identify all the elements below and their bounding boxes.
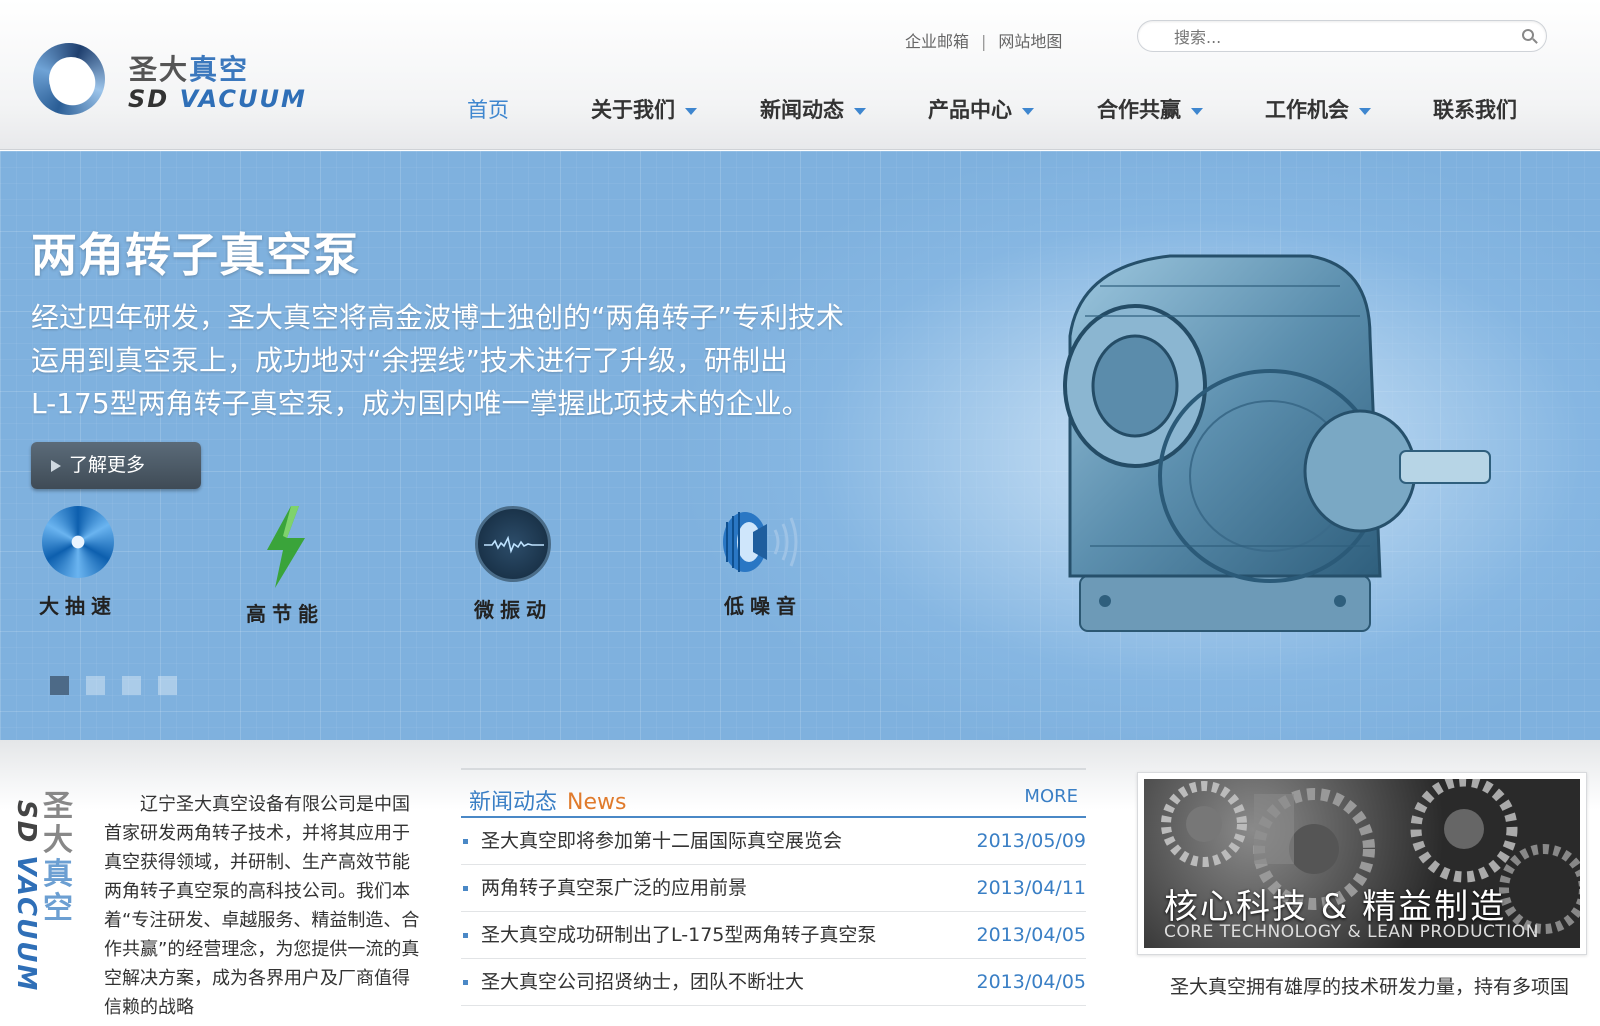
chevron-down-icon	[1359, 107, 1371, 115]
vacuum-pump-illustration	[1040, 246, 1510, 666]
nav-about[interactable]: 关于我们	[591, 92, 697, 128]
top-links: 企业邮箱 | 网站地图	[905, 28, 1062, 52]
slide-dot[interactable]	[50, 676, 69, 695]
swirl-icon	[42, 506, 114, 578]
lightning-bolt-icon	[249, 506, 321, 588]
news-item[interactable]: 两角转子真空泵广泛的应用前景 2013/04/11	[461, 865, 1086, 912]
waveform-icon	[475, 506, 551, 582]
feature-high-speed: 大抽速	[23, 506, 133, 619]
company-intro: 辽宁圣大真空设备有限公司是中国首家研发两角转子技术，并将其应用于真空获得领域，并…	[104, 794, 420, 1018]
feature-low-vibration: 微振动	[458, 506, 568, 623]
core-subtitle: CORE TECHNOLOGY & LEAN PRODUCTION	[1164, 922, 1539, 942]
logo-chinese-name: 圣大真空	[129, 53, 250, 86]
news-more-link[interactable]: MORE	[1024, 786, 1078, 807]
news-panel: 新闻动态 News MORE 圣大真空即将参加第十二届国际真空展览会 2013/05…	[461, 768, 1086, 1006]
enterprise-mail-link[interactable]: 企业邮箱	[905, 28, 969, 52]
nav-contact[interactable]: 联系我们	[1433, 92, 1517, 128]
feature-energy-saving: 高节能	[230, 506, 340, 627]
chevron-down-icon	[1022, 107, 1034, 115]
feature-low-noise: 低噪音	[708, 506, 818, 619]
vertical-logo: 圣大真空 SD VACUUM	[11, 789, 73, 993]
nav-cooperation[interactable]: 合作共赢	[1097, 92, 1203, 128]
slide-indicators	[50, 676, 194, 699]
bullet	[463, 980, 468, 985]
bullet	[463, 886, 468, 891]
slide-dot[interactable]	[86, 676, 105, 695]
tire-sound-icon	[713, 506, 813, 578]
search-input[interactable]	[1174, 26, 1494, 48]
bullet	[463, 839, 468, 844]
nav-jobs[interactable]: 工作机会	[1265, 92, 1371, 128]
news-item[interactable]: 圣大真空即将参加第十二届国际真空展览会 2013/05/09	[461, 818, 1086, 865]
site-header: 圣大真空 SD VACUUM 企业邮箱|网站地图 首页 关于我们 新闻动态 产品…	[0, 0, 1600, 150]
hero-banner: 两角转子真空泵 经过四年研发，圣大真空将高金波博士独创的“两角转子”专利技术 运…	[0, 151, 1600, 740]
gears-image: 核心科技 & 精益制造 CORE TECHNOLOGY & LEAN PRODU…	[1144, 779, 1580, 948]
link-separator: |	[981, 32, 987, 51]
banner-description: 经过四年研发，圣大真空将高金波博士独创的“两角转子”专利技术 运用到真空泵上，成…	[31, 296, 931, 425]
core-title: 核心科技 & 精益制造	[1164, 887, 1507, 927]
news-title: 新闻动态 News	[469, 790, 627, 815]
nav-home[interactable]: 首页	[467, 92, 509, 128]
chevron-down-icon	[854, 107, 866, 115]
slide-dot[interactable]	[158, 676, 177, 695]
main-nav: 首页 关于我们 新闻动态 产品中心 合作共赢 工作机会 联系我们	[0, 92, 1600, 132]
nav-products[interactable]: 产品中心	[928, 92, 1034, 128]
search-box	[1137, 20, 1547, 52]
content-section: 圣大真空 SD VACUUM 辽宁圣大真空设备有限公司是中国首家研发两角转子技术…	[0, 740, 1600, 1026]
chevron-down-icon	[685, 107, 697, 115]
bullet	[463, 933, 468, 938]
play-icon	[51, 459, 61, 472]
banner-title: 两角转子真空泵	[31, 228, 360, 282]
news-header: 新闻动态 News MORE	[461, 768, 1086, 818]
news-item[interactable]: 圣大真空公司招贤纳士，团队不断壮大 2013/04/05	[461, 959, 1086, 1006]
banner-line: 运用到真空泵上，成功地对“余摆线”技术进行了升级，研制出	[31, 344, 789, 377]
chevron-down-icon	[1191, 107, 1203, 115]
slide-dot[interactable]	[122, 676, 141, 695]
sitemap-link[interactable]: 网站地图	[998, 28, 1062, 52]
learn-more-button[interactable]: 了解更多	[31, 442, 201, 489]
core-tech-banner[interactable]: 核心科技 & 精益制造 CORE TECHNOLOGY & LEAN PRODU…	[1137, 772, 1587, 955]
core-description: 圣大真空拥有雄厚的技术研发力量，持有多项国	[1170, 976, 1570, 998]
nav-news[interactable]: 新闻动态	[760, 92, 866, 128]
news-item[interactable]: 圣大真空成功研制出了L-175型两角转子真空泵 2013/04/05	[461, 912, 1086, 959]
banner-line: L-175型两角转子真空泵，成为国内唯一掌握此项技术的企业。	[31, 387, 810, 420]
banner-line: 经过四年研发，圣大真空将高金波博士独创的“两角转子”专利技术	[31, 301, 845, 334]
search-icon[interactable]	[1522, 29, 1534, 41]
